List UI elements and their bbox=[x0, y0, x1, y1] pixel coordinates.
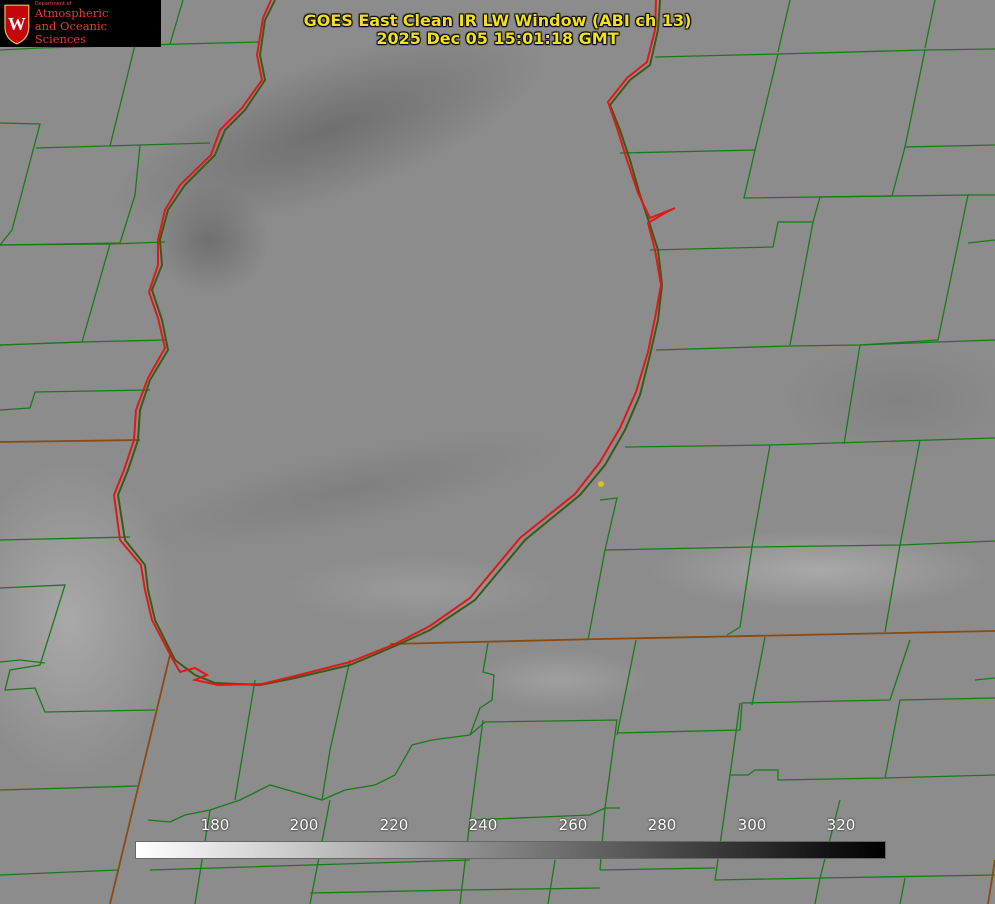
location-marker bbox=[598, 481, 604, 487]
bright-region bbox=[470, 650, 650, 710]
colorbar-tick-label: 220 bbox=[379, 816, 409, 834]
colorbar-tick-label: 240 bbox=[468, 816, 498, 834]
satellite-image bbox=[0, 0, 995, 904]
bright-region bbox=[650, 530, 990, 610]
image-timestamp: 2025 Dec 05 15:01:18 GMT bbox=[376, 29, 619, 48]
colorbar bbox=[135, 841, 886, 859]
colorbar-tick-label: 200 bbox=[289, 816, 319, 834]
colorbar-tick-label: 180 bbox=[200, 816, 230, 834]
colorbar-tick-label: 300 bbox=[737, 816, 767, 834]
colorbar-tick-label: 320 bbox=[826, 816, 856, 834]
satellite-map-viewer: W Department of Atmospheric and Oceanic … bbox=[0, 0, 995, 904]
colorbar-tick-label: 260 bbox=[558, 816, 588, 834]
colorbar-tick-label: 280 bbox=[647, 816, 677, 834]
image-title: GOES East Clean IR LW Window (ABI ch 13) bbox=[303, 11, 692, 30]
bright-region bbox=[280, 555, 560, 625]
cloud-streak bbox=[150, 185, 270, 295]
